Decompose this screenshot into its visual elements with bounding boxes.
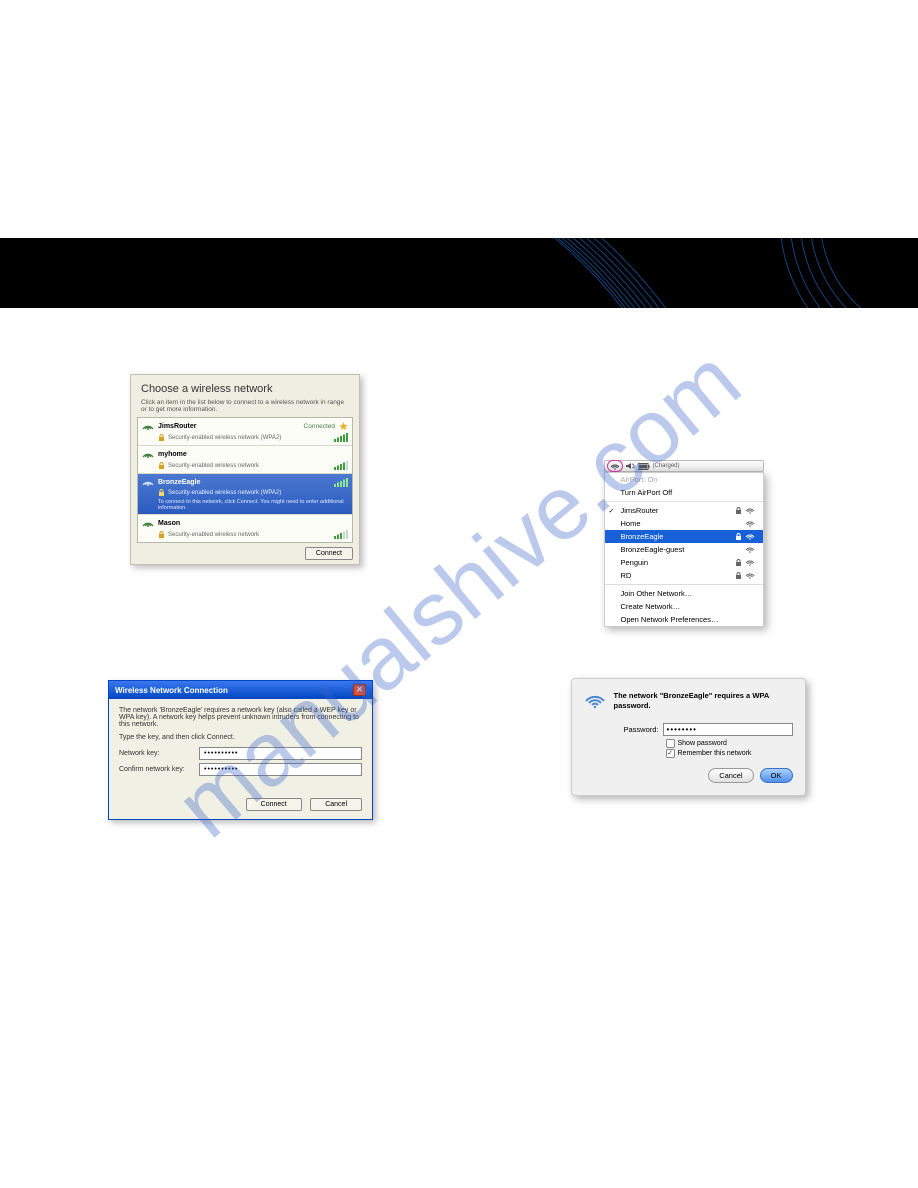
signal-icon xyxy=(745,546,755,553)
ok-button[interactable]: OK xyxy=(760,768,793,783)
airport-icon-circled[interactable] xyxy=(607,460,623,472)
show-password-label: Show password xyxy=(678,740,727,747)
wifi-icon xyxy=(142,449,154,459)
signal-icon xyxy=(745,559,755,566)
lock-icon xyxy=(735,559,742,566)
menu-network-penguin[interactable]: Penguin xyxy=(605,556,763,569)
network-item-mason[interactable]: Mason Security-enabled wireless network xyxy=(138,515,352,542)
remember-network-checkbox[interactable] xyxy=(666,749,675,758)
dialog-body-1: The network 'BronzeEagle' requires a net… xyxy=(119,707,362,728)
signal-bars-icon xyxy=(334,478,348,487)
signal-icon xyxy=(745,572,755,579)
network-item-bronzeeagle[interactable]: BronzeEagle Security-enabled wireless ne… xyxy=(138,474,352,515)
confirm-key-label: Confirm network key: xyxy=(119,766,199,773)
connection-tip: To connect to this network, click Connec… xyxy=(142,499,348,511)
open-network-preferences[interactable]: Open Network Preferences… xyxy=(605,613,763,626)
menu-network-home[interactable]: Home xyxy=(605,517,763,530)
lock-icon xyxy=(158,489,165,496)
star-icon xyxy=(339,422,348,431)
network-item-jimsrouter[interactable]: JimsRouter Connected Security-enabled wi… xyxy=(138,418,352,446)
cancel-button[interactable]: Cancel xyxy=(708,768,753,783)
signal-icon xyxy=(745,520,755,527)
network-name: Mason xyxy=(158,520,348,527)
turn-airport-off[interactable]: Turn AirPort Off xyxy=(605,486,763,499)
create-network[interactable]: Create Network… xyxy=(605,600,763,613)
network-key-label: Network key: xyxy=(119,750,199,757)
network-name: RD xyxy=(621,571,632,580)
close-button[interactable]: ✕ xyxy=(353,684,366,696)
mac-wpa-password-dialog: The network "BronzeEagle" requires a WPA… xyxy=(571,678,806,796)
cancel-button[interactable]: Cancel xyxy=(310,798,362,811)
connect-button[interactable]: Connect xyxy=(246,798,302,811)
menu-network-bronzeeagle[interactable]: BronzeEagle xyxy=(605,530,763,543)
show-password-checkbox[interactable] xyxy=(666,739,675,748)
security-text: Security-enabled wireless network xyxy=(168,463,259,469)
dialog-titlebar: Wireless Network Connection ✕ xyxy=(109,681,372,699)
menu-network-jimsrouter[interactable]: ✓ JimsRouter xyxy=(605,504,763,517)
menu-separator xyxy=(605,501,763,502)
panel-title: Choose a wireless network xyxy=(131,375,359,399)
signal-icon xyxy=(745,533,755,540)
dialog-title: Wireless Network Connection xyxy=(115,686,228,695)
network-item-myhome[interactable]: myhome Security-enabled wireless network xyxy=(138,446,352,474)
lock-icon xyxy=(735,507,742,514)
network-list: JimsRouter Connected Security-enabled wi… xyxy=(137,417,353,543)
mac-menubar: (Charged) xyxy=(604,460,764,472)
signal-bars-icon xyxy=(334,433,348,442)
dialog-body-2: Type the key, and then click Connect. xyxy=(119,734,362,741)
security-text: Security-enabled wireless network (WPA2) xyxy=(168,435,281,441)
network-name: JimsRouter xyxy=(621,506,659,515)
lock-icon xyxy=(158,434,165,441)
lock-icon xyxy=(735,572,742,579)
signal-bars-icon xyxy=(334,530,348,539)
wifi-icon xyxy=(142,518,154,528)
network-name: BronzeEagle xyxy=(621,532,664,541)
airport-status: AirPort: On xyxy=(605,473,763,486)
confirm-key-input[interactable] xyxy=(199,763,362,776)
lock-icon xyxy=(158,462,165,469)
network-status: Connected xyxy=(304,423,335,430)
sound-icon xyxy=(626,462,635,470)
menu-network-rd[interactable]: RD xyxy=(605,569,763,582)
security-text: Security-enabled wireless network (WPA2) xyxy=(168,490,281,496)
signal-icon xyxy=(745,507,755,514)
network-key-input[interactable] xyxy=(199,747,362,760)
wifi-icon xyxy=(142,477,154,487)
battery-status-text: (Charged) xyxy=(653,463,680,469)
connect-button[interactable]: Connect xyxy=(305,547,353,560)
network-name: BronzeEagle-guest xyxy=(621,545,685,554)
password-label: Password: xyxy=(624,725,659,734)
security-text: Security-enabled wireless network xyxy=(168,532,259,538)
battery-icon xyxy=(638,463,650,470)
windows-network-key-dialog: Wireless Network Connection ✕ The networ… xyxy=(108,680,373,820)
mac-airport-menu: AirPort: On Turn AirPort Off ✓ JimsRoute… xyxy=(604,472,764,627)
join-other-network[interactable]: Join Other Network… xyxy=(605,587,763,600)
remember-network-label: Remember this network xyxy=(678,750,752,757)
panel-subtitle: Click an item in the list below to conne… xyxy=(131,399,359,417)
dialog-title: The network "BronzeEagle" requires a WPA… xyxy=(614,691,793,711)
airport-icon xyxy=(584,691,606,709)
header-decorative-band xyxy=(0,238,918,308)
network-name: Penguin xyxy=(621,558,649,567)
lock-icon xyxy=(735,533,742,540)
lock-icon xyxy=(158,531,165,538)
wifi-icon xyxy=(142,421,154,431)
menu-network-bronzeeagle-guest[interactable]: BronzeEagle-guest xyxy=(605,543,763,556)
network-name: Home xyxy=(621,519,641,528)
network-name: BronzeEagle xyxy=(158,479,330,486)
checkmark-icon: ✓ xyxy=(609,507,615,515)
windows-choose-network-panel: Choose a wireless network Click an item … xyxy=(130,374,360,565)
menu-separator xyxy=(605,584,763,585)
signal-bars-icon xyxy=(334,461,348,470)
network-name: JimsRouter xyxy=(158,423,300,430)
password-input[interactable] xyxy=(663,723,793,736)
network-name: myhome xyxy=(158,451,348,458)
